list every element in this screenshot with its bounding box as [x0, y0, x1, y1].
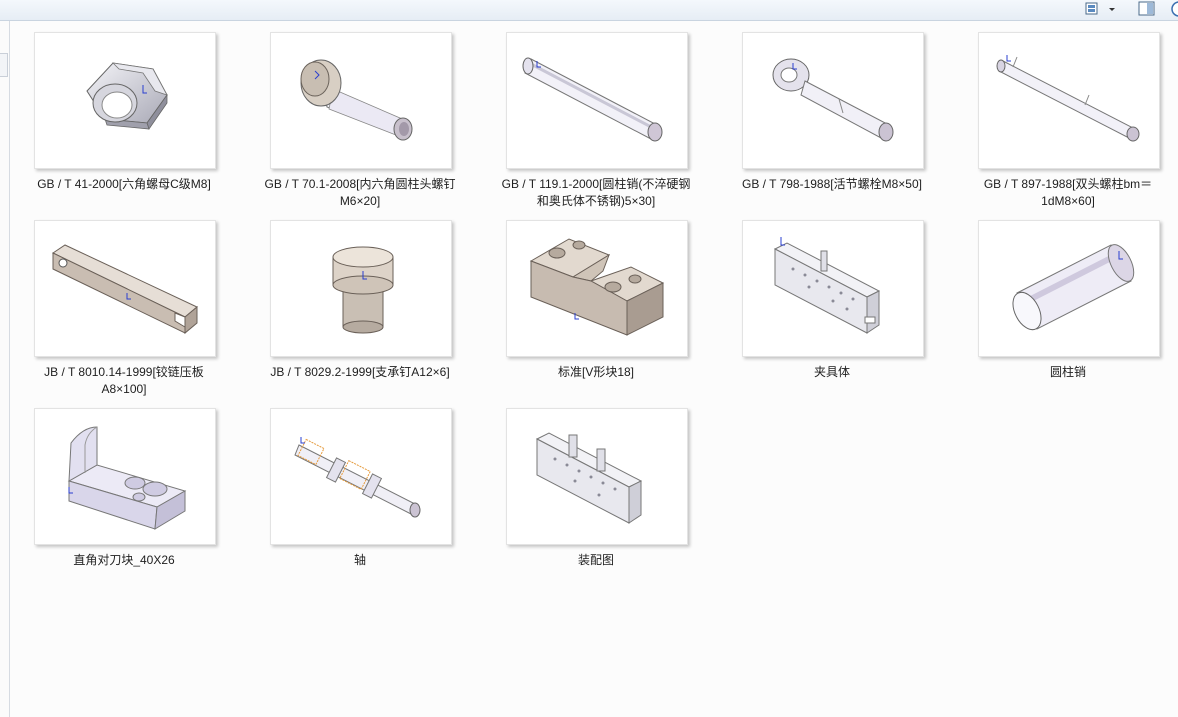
eye-bolt-icon: [772, 58, 894, 142]
file-thumbnail: [270, 32, 452, 169]
file-name: GB / T 119.1-2000[圆柱销(不淬硬钢和奥氏体不锈钢)5×30]: [501, 177, 691, 208]
cylinder-pin-icon: [1012, 244, 1135, 331]
preview-pane-button[interactable]: [1136, 0, 1158, 18]
file-thumbnail: [270, 408, 452, 545]
file-item[interactable]: GB / T 798-1988[活节螺栓M8×50]: [708, 20, 944, 208]
file-name: 圆柱销: [1049, 365, 1086, 379]
explorer-toolbar: [0, 0, 1178, 21]
file-thumbnail: [34, 220, 216, 357]
file-item[interactable]: GB / T 119.1-2000[圆柱销(不淬硬钢和奥氏体不锈钢)5×30]: [472, 20, 708, 208]
help-button[interactable]: [1166, 0, 1178, 18]
file-item[interactable]: 圆柱销: [944, 208, 1178, 396]
setting-block-icon: [67, 426, 187, 530]
file-item[interactable]: 直角对刀块_40X26: [0, 396, 236, 584]
file-thumbnail: [978, 32, 1160, 169]
views-icon: [1085, 2, 1115, 15]
dowel-pin-icon: [522, 57, 663, 142]
file-item[interactable]: 装配图: [472, 396, 708, 584]
file-item[interactable]: 夹具体: [708, 208, 944, 396]
file-item[interactable]: GB / T 41-2000[六角螺母C级M8]: [0, 20, 236, 208]
file-item[interactable]: 标准[V形块18]: [472, 208, 708, 396]
file-item[interactable]: GB / T 897-1988[双头螺柱bm＝1dM8×60]: [944, 20, 1178, 208]
file-name: GB / T 70.1-2008[内六角圆柱头螺钉M6×20]: [264, 177, 456, 208]
file-name: 标准[V形块18]: [557, 365, 635, 379]
file-thumbnail: [270, 220, 452, 357]
stud-icon: [996, 55, 1140, 142]
file-thumbnail: [978, 220, 1160, 357]
file-name: GB / T 41-2000[六角螺母C级M8]: [37, 177, 211, 191]
file-thumbnail: [34, 32, 216, 169]
assembly-icon: [535, 432, 643, 524]
file-item[interactable]: JB / T 8029.2-1999[支承钉A12×6]: [236, 208, 472, 396]
file-name: 轴: [353, 553, 366, 567]
hex-nut-icon: [86, 62, 168, 130]
help-icon: [1171, 1, 1178, 17]
file-name: GB / T 897-1988[双头螺柱bm＝1dM8×60]: [983, 177, 1153, 208]
hinge-plate-icon: [51, 244, 198, 335]
file-name: 装配图: [577, 553, 614, 567]
file-item[interactable]: JB / T 8010.14-1999[铰链压板A8×100]: [0, 208, 236, 396]
file-name: JB / T 8010.14-1999[铰链压板A8×100]: [44, 365, 204, 396]
file-name: 夹具体: [813, 365, 850, 379]
chevron-down-icon: [1109, 8, 1115, 11]
support-pin-icon: [332, 246, 394, 334]
file-name: GB / T 798-1988[活节螺栓M8×50]: [742, 177, 922, 191]
file-name: 直角对刀块_40X26: [73, 553, 175, 567]
socket-screw-icon: [300, 59, 413, 141]
preview-pane-icon: [1138, 1, 1155, 16]
file-thumbnail: [506, 32, 688, 169]
v-block-icon: [529, 238, 665, 336]
file-name: JB / T 8029.2-1999[支承钉A12×6]: [270, 365, 450, 379]
fixture-body-icon: [773, 237, 881, 334]
file-thumbnail: [34, 408, 216, 545]
file-thumbnail: [742, 32, 924, 169]
shaft-icon: [294, 437, 421, 518]
file-item[interactable]: 轴: [236, 396, 472, 584]
file-thumbnail: [506, 408, 688, 545]
file-thumbnail: [742, 220, 924, 357]
views-button[interactable]: [1083, 0, 1119, 18]
file-item[interactable]: GB / T 70.1-2008[内六角圆柱头螺钉M6×20]: [236, 20, 472, 208]
file-thumbnail: [506, 220, 688, 357]
